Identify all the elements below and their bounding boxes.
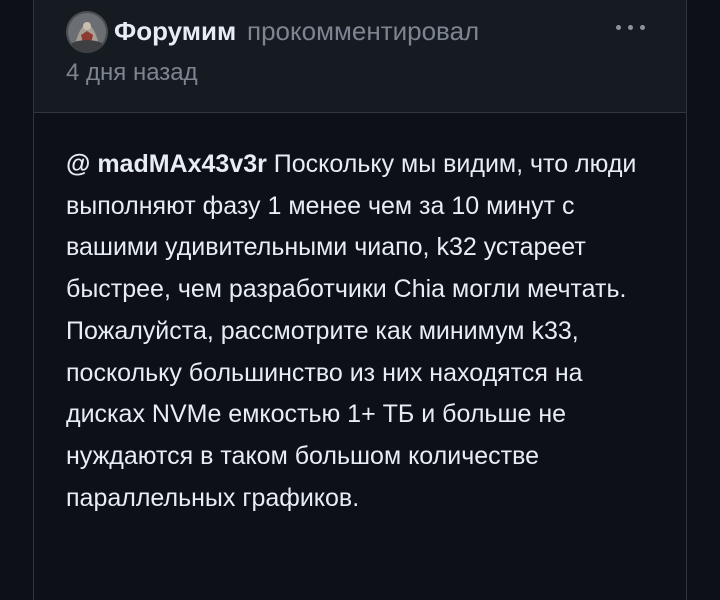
more-options-button[interactable] — [608, 12, 652, 42]
kebab-menu-icon — [615, 24, 645, 30]
comment-card: Форумим прокомментировал 4 дня назад @ m… — [33, 0, 687, 600]
comment-header: Форумим прокомментировал 4 дня назад — [34, 0, 686, 113]
comment-text: Поскольку мы видим, что люди выполняют ф… — [66, 150, 637, 512]
avatar[interactable] — [66, 11, 108, 53]
comment-action: прокомментировал — [247, 16, 480, 46]
comment-timestamp[interactable]: 4 дня назад — [66, 56, 198, 90]
comment-author[interactable]: Форумим — [114, 14, 236, 48]
comment-body: @ madMAx43v3r Поскольку мы видим, что лю… — [66, 144, 666, 519]
user-mention[interactable]: @ madMAx43v3r — [66, 150, 267, 178]
avatar-image-icon — [66, 11, 108, 53]
